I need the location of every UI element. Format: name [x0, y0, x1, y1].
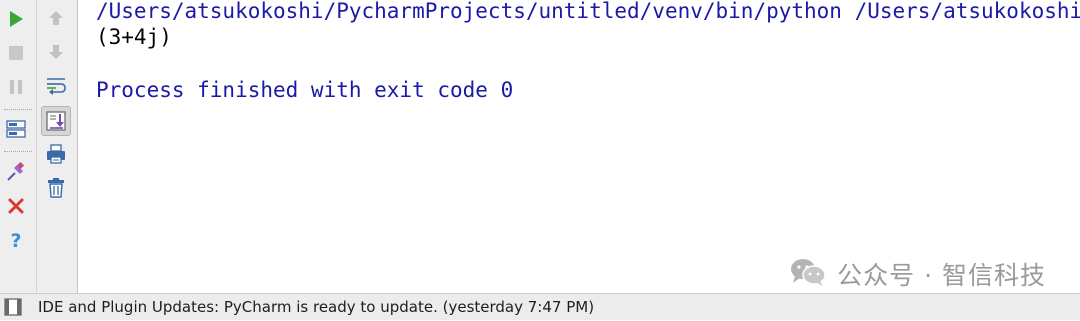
- watermark: 公众号 · 智信科技: [789, 257, 1046, 291]
- pause-icon[interactable]: [3, 74, 29, 100]
- svg-text:?: ?: [10, 230, 21, 250]
- run-toolbar-left: ?: [0, 0, 37, 293]
- restore-layout-icon[interactable]: [3, 116, 29, 142]
- toolbar-separator: [4, 109, 32, 110]
- tool-window-toggle-icon[interactable]: [4, 298, 22, 316]
- status-message[interactable]: IDE and Plugin Updates: PyCharm is ready…: [38, 298, 594, 316]
- console-program-output: (3+4j): [96, 25, 172, 49]
- toolbar-separator: [4, 151, 32, 152]
- help-icon[interactable]: ?: [3, 227, 29, 253]
- console-command-line: /Users/atsukokoshi/PycharmProjects/untit…: [96, 0, 1080, 23]
- print-icon[interactable]: [43, 141, 69, 167]
- trash-icon[interactable]: [43, 175, 69, 201]
- close-icon[interactable]: [3, 193, 29, 219]
- scroll-to-end-icon[interactable]: [41, 106, 71, 136]
- stop-icon[interactable]: [3, 40, 29, 66]
- console-exit-message: Process finished with exit code 0: [96, 78, 514, 102]
- down-arrow-icon[interactable]: [43, 39, 69, 65]
- wechat-icon: [789, 256, 827, 293]
- watermark-text: 公众号 · 智信科技: [837, 261, 1046, 290]
- up-arrow-icon[interactable]: [43, 5, 69, 31]
- status-bar: IDE and Plugin Updates: PyCharm is ready…: [0, 293, 1080, 320]
- pin-icon[interactable]: [3, 159, 29, 185]
- run-icon[interactable]: [3, 6, 29, 32]
- console-toolbar: [37, 0, 78, 293]
- console-output[interactable]: /Users/atsukokoshi/PycharmProjects/untit…: [78, 0, 1080, 293]
- soft-wrap-icon[interactable]: [43, 73, 69, 99]
